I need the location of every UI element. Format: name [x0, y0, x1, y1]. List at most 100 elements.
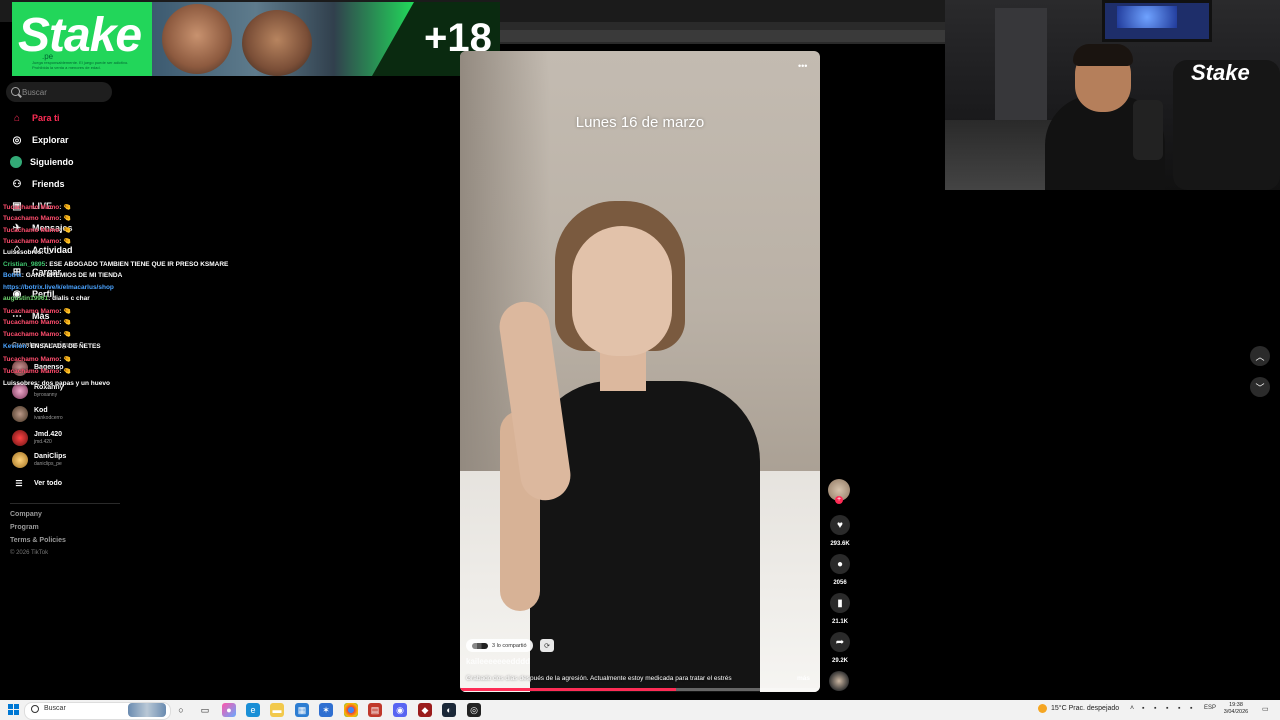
share-button[interactable]: ➦: [830, 632, 850, 652]
comment-button[interactable]: ●: [830, 554, 850, 574]
share-count: 29.2K: [831, 658, 848, 664]
repost-icon[interactable]: ⟳: [540, 639, 554, 652]
edge-icon[interactable]: e: [246, 703, 260, 717]
following-account[interactable]: DaniClips daniclips_pe: [12, 449, 66, 471]
task-view-icon[interactable]: ▭: [198, 703, 212, 717]
footer-link-program[interactable]: Program: [10, 524, 39, 531]
chat-text: : 🤏: [59, 368, 72, 375]
notification-icon[interactable]: ▭: [1262, 705, 1269, 713]
obs-icon[interactable]: ◎: [467, 703, 481, 717]
chat-username: Tucachamo Mamo: [3, 368, 60, 375]
chat-message: augustin19961: dialis c char: [3, 295, 90, 302]
sound-disc[interactable]: [829, 671, 849, 691]
share-icon: ➦: [835, 636, 845, 648]
chat-text: : 🤏: [59, 319, 72, 326]
chat-message: Luisssobres: ...: [3, 249, 51, 256]
game-icon[interactable]: ◆: [418, 703, 432, 717]
chat-message: Botrix: GANA PREMIOS DE MI TIENDA: [3, 272, 122, 279]
webcam-monitor-screen: [1117, 6, 1177, 28]
friends-icon: ⚇: [12, 178, 22, 190]
chat-text: : 🤏: [59, 238, 72, 245]
following-account[interactable]: Kod ivankodcerro: [12, 403, 63, 425]
chat-message: Tucachamo Mamo: 🤏: [3, 214, 71, 222]
save-count: 21.1K: [831, 619, 848, 625]
tray-chevron-icon[interactable]: ˄: [1130, 705, 1134, 712]
stake-ad-banner: Stake .pe Juega responsablemente. El jue…: [12, 2, 500, 76]
previous-video-button[interactable]: ︿: [1250, 346, 1270, 366]
avatar: [12, 452, 28, 468]
bookmark-icon: ▮: [837, 597, 843, 609]
webcam-background: [995, 8, 1047, 138]
nav-following[interactable]: Siguiendo: [10, 153, 74, 171]
chat-username: Luissobres: [3, 380, 38, 387]
video-progress-fill: [460, 688, 676, 691]
next-video-button[interactable]: ﹀: [1250, 377, 1270, 397]
taskbar-clock[interactable]: 19:38 3/04/2026: [1221, 702, 1251, 716]
sidebar-divider: [10, 503, 120, 504]
following-account[interactable]: Jmd.420 jmd.420: [12, 427, 62, 449]
tray-app-icon[interactable]: ▪: [1166, 705, 1168, 712]
nav-for-you[interactable]: ⌂ Para ti: [10, 109, 60, 127]
chat-username: https://botrix.live/k/elmacarlus/shop: [3, 284, 114, 291]
banner-person: [242, 10, 312, 76]
like-count: 293.6K: [830, 541, 850, 547]
nav-explore[interactable]: ◎ Explorar: [10, 131, 69, 149]
chat-username: Tucachamo Mamo: [3, 238, 60, 245]
video-person-face: [572, 226, 672, 356]
clock-date: 3/04/2026: [1223, 709, 1249, 715]
chat-text: : 🤏: [59, 308, 72, 315]
shared-by-pill[interactable]: 3 lo compartió: [466, 639, 533, 652]
language-indicator[interactable]: ESP: [1204, 705, 1216, 711]
chat-username: Luisssobres: [3, 249, 42, 256]
footer-link-company[interactable]: Company: [10, 511, 42, 518]
discord-icon[interactable]: ◉: [393, 703, 407, 717]
tray-app-icon[interactable]: ▪: [1142, 705, 1144, 712]
list-icon: ☰: [15, 478, 23, 488]
nav-friends[interactable]: ⚇ Friends: [10, 175, 65, 193]
clock-time: 19:38: [1229, 702, 1243, 708]
chat-message: Tucachamo Mamo: 🤏: [3, 330, 71, 338]
chat-message: Cristian_9895: ESE ABOGADO TAMBIEN TIENE…: [3, 261, 228, 268]
chat-text: : 🤏: [59, 204, 72, 211]
video-player[interactable]: Lunes 16 de marzo ••• 3 lo compartió ⟳ k…: [460, 51, 820, 692]
save-button[interactable]: ▮: [830, 593, 850, 613]
video-caption: Grabado dos días después de la agresión.…: [466, 675, 732, 682]
copilot-icon[interactable]: ○: [174, 703, 188, 717]
webcam-background: [945, 120, 1055, 190]
see-all-button[interactable]: ☰ Ver todo: [12, 474, 62, 492]
account-handle: jmd.420: [34, 438, 52, 445]
copilot-app-icon[interactable]: ●: [222, 703, 236, 717]
search-placeholder: Buscar: [22, 88, 47, 97]
chat-message: Tucachamo Mamo: 🤏: [3, 203, 71, 211]
chat-message: Tucachamo Mamo: 🤏: [3, 237, 71, 245]
weather-widget[interactable]: 15°C Prac. despejado: [1038, 704, 1119, 713]
search-icon: [31, 705, 39, 713]
shared-avatars: [472, 642, 488, 649]
account-handle: byroxanny: [34, 391, 58, 398]
more-options-icon[interactable]: •••: [798, 61, 807, 71]
chat-text: : GANA PREMIOS DE MI TIENDA: [21, 272, 123, 279]
caption-more-link[interactable]: más: [797, 675, 810, 682]
chat-message: Tucachamo Mamo: 🤏: [3, 307, 71, 315]
chrome-icon[interactable]: [344, 703, 358, 717]
like-button[interactable]: ♥: [830, 515, 850, 535]
store-icon[interactable]: ▦: [295, 703, 309, 717]
tray-app-icon[interactable]: ▪: [1190, 705, 1192, 712]
chat-message: Tucachamo Mamo: 🤏: [3, 226, 71, 234]
file-explorer-icon[interactable]: ▬: [270, 703, 284, 717]
tray-app-icon[interactable]: ▪: [1154, 705, 1156, 712]
account-handle: ivankodcerro: [34, 414, 63, 421]
webcam-stake-logo: Stake: [1191, 60, 1250, 85]
app-icon[interactable]: ✶: [319, 703, 333, 717]
footer-link-terms[interactable]: Terms & Policies: [10, 537, 66, 544]
video-author[interactable]: kaileeeeeeedddd: [466, 657, 530, 666]
tray-app-icon[interactable]: ▪: [1178, 705, 1180, 712]
app-icon[interactable]: ▤: [368, 703, 382, 717]
windows-start-icon[interactable]: [8, 704, 19, 715]
chat-username: Tucachamo Mamo: [3, 227, 60, 234]
follow-plus-icon[interactable]: +: [835, 496, 843, 504]
chat-text: : 🤏: [59, 227, 72, 234]
browser-toolbar-strip: [500, 30, 945, 42]
steam-icon[interactable]: ◐: [442, 703, 456, 717]
streamer-webcam: Stake: [945, 0, 1280, 190]
